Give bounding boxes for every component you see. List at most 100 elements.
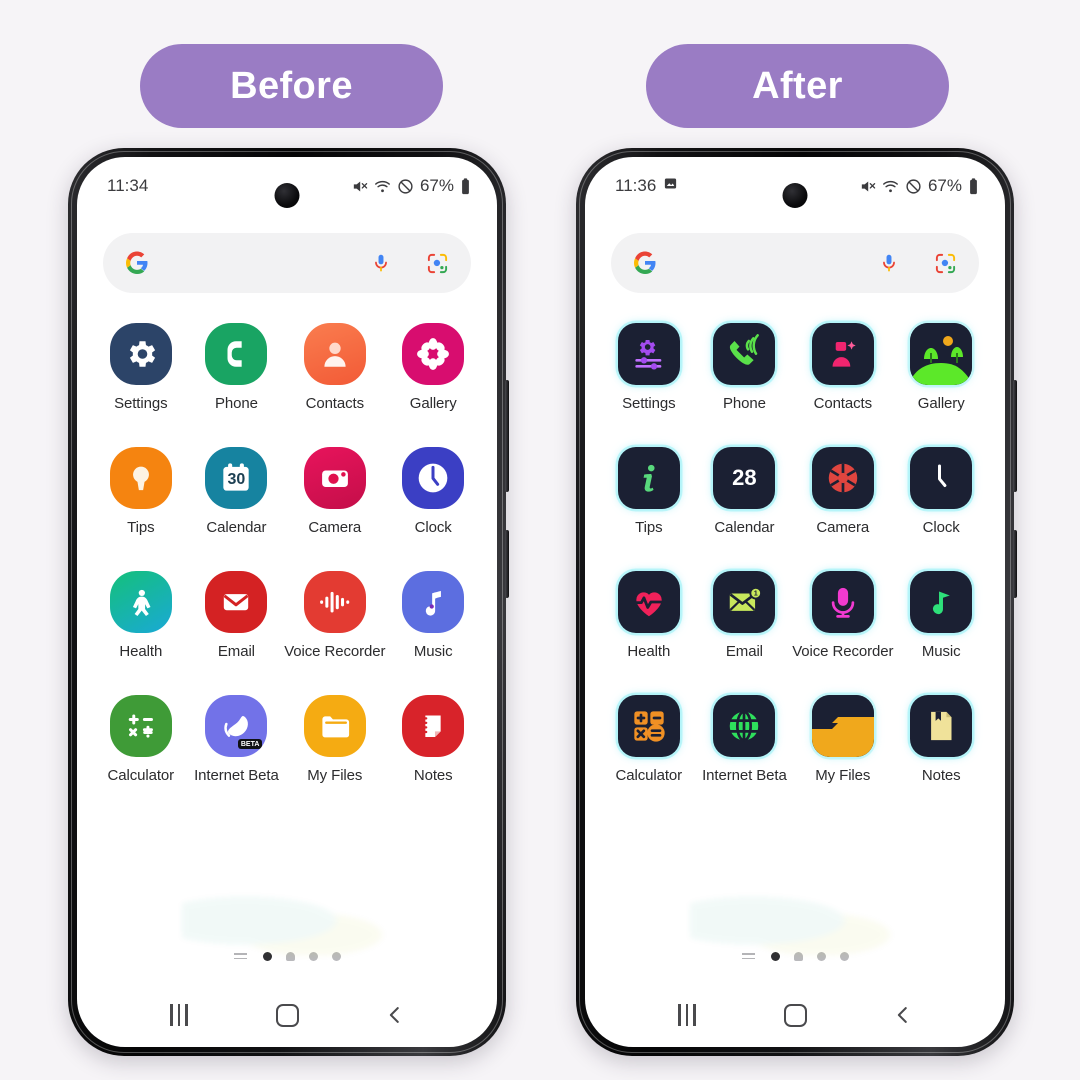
wifi-icon [374, 178, 391, 195]
recents-icon[interactable] [659, 995, 715, 1035]
app-label: Clock [922, 519, 960, 536]
music-note-icon [402, 571, 465, 633]
music-note-icon [910, 571, 973, 633]
app-voice-recorder[interactable]: Voice Recorder [284, 571, 385, 695]
globe-icon [713, 695, 776, 757]
google-lens-icon[interactable] [931, 249, 959, 277]
app-email[interactable]: 1 Email [697, 571, 793, 695]
home-icon[interactable] [767, 995, 823, 1035]
google-lens-icon[interactable] [423, 249, 451, 277]
app-internet-beta[interactable]: Internet Beta [697, 695, 793, 819]
app-label: Gallery [917, 395, 965, 412]
app-contacts[interactable]: Contacts [284, 323, 385, 447]
app-grid: Settings Phone Contacts Gallery Tips 30 … [77, 293, 497, 929]
waveform-icon [303, 571, 366, 633]
microphone-icon[interactable] [367, 249, 395, 277]
app-phone[interactable]: Phone [697, 323, 793, 447]
front-camera-punchhole [274, 183, 300, 208]
app-label: Phone [722, 395, 766, 412]
app-calendar[interactable]: 30 Calendar [189, 447, 285, 571]
search-area [585, 215, 1005, 293]
battery-icon [460, 177, 471, 195]
app-settings[interactable]: Settings [93, 323, 189, 447]
power-button[interactable] [1013, 530, 1017, 598]
after-badge: After [646, 44, 949, 128]
app-notes[interactable]: Notes [385, 695, 481, 819]
calendar-day: 30 [227, 471, 246, 489]
app-gallery[interactable]: Gallery [385, 323, 481, 447]
app-music[interactable]: Music [893, 571, 989, 695]
google-search-bar[interactable] [103, 233, 471, 293]
app-voice-recorder[interactable]: Voice Recorder [792, 571, 893, 695]
info-icon [617, 447, 680, 509]
google-search-bar[interactable] [611, 233, 979, 293]
home-icon[interactable] [259, 995, 315, 1035]
app-label: Email [217, 643, 255, 660]
health-person-icon [109, 571, 172, 633]
recents-icon[interactable] [151, 995, 207, 1035]
app-label: Calendar [714, 519, 775, 536]
app-health[interactable]: Health [601, 571, 697, 695]
app-my-files[interactable]: My Files [284, 695, 385, 819]
app-calculator[interactable]: Calculator [93, 695, 189, 819]
search-area [77, 215, 497, 293]
app-label: Settings [114, 395, 168, 412]
google-g-icon [631, 249, 659, 277]
power-button[interactable] [505, 530, 509, 598]
app-label: Music [413, 643, 453, 660]
front-camera-punchhole [782, 183, 808, 208]
volume-button[interactable] [1013, 380, 1017, 492]
app-music[interactable]: Music [385, 571, 481, 695]
app-internet-beta[interactable]: BETA Internet Beta [189, 695, 285, 819]
app-calculator[interactable]: Calculator [601, 695, 697, 819]
app-tips[interactable]: Tips [93, 447, 189, 571]
app-label: Music [921, 643, 961, 660]
phone-after-screen: 11:36 67% Settings Phone Contacts Galler… [585, 157, 1005, 1047]
volume-button[interactable] [505, 380, 509, 492]
app-label: Health [119, 643, 163, 660]
app-label: Notes [413, 767, 453, 784]
calendar-icon: 30 [205, 447, 268, 509]
app-camera[interactable]: Camera [792, 447, 893, 571]
app-phone[interactable]: Phone [189, 323, 285, 447]
app-my-files[interactable]: My Files [792, 695, 893, 819]
navigation-bar [77, 983, 497, 1047]
battery-percent: 67% [927, 176, 962, 195]
app-label: Tips [635, 519, 663, 536]
status-time: 11:36 [615, 176, 657, 195]
google-g-icon [123, 249, 151, 277]
lightbulb-icon [109, 447, 172, 509]
watermark [182, 895, 392, 959]
envelope-icon [205, 571, 268, 633]
app-label: Clock [414, 519, 452, 536]
calculator-icon [617, 695, 680, 757]
navigation-bar [585, 983, 1005, 1047]
app-email[interactable]: Email [189, 571, 285, 695]
calendar-icon: 28 [713, 447, 776, 509]
app-label: Contacts [305, 395, 365, 412]
clock-icon [910, 447, 973, 509]
camera-icon [303, 447, 366, 509]
app-clock[interactable]: Clock [385, 447, 481, 571]
app-calendar[interactable]: 28 Calendar [697, 447, 793, 571]
app-contacts[interactable]: Contacts [792, 323, 893, 447]
folder-icon [811, 695, 874, 757]
note-bookmark-icon [910, 695, 973, 757]
app-health[interactable]: Health [93, 571, 189, 695]
back-icon[interactable] [367, 995, 423, 1035]
app-label: Notes [921, 767, 961, 784]
app-camera[interactable]: Camera [284, 447, 385, 571]
clock-icon [402, 447, 465, 509]
app-clock[interactable]: Clock [893, 447, 989, 571]
app-label: Camera [308, 519, 362, 536]
screenshot-icon [663, 176, 678, 196]
person-add-icon [811, 323, 874, 385]
back-icon[interactable] [875, 995, 931, 1035]
app-tips[interactable]: Tips [601, 447, 697, 571]
microphone-icon[interactable] [875, 249, 903, 277]
app-gallery[interactable]: Gallery [893, 323, 989, 447]
app-settings[interactable]: Settings [601, 323, 697, 447]
app-notes[interactable]: Notes [893, 695, 989, 819]
beta-tag: BETA [237, 739, 263, 749]
watermark [690, 895, 900, 959]
